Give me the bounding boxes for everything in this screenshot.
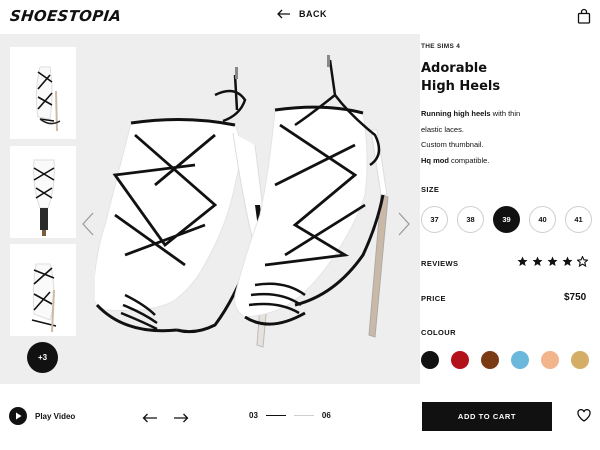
product-title: Adorable High Heels [421,60,591,96]
shopping-bag-icon [577,8,591,24]
shoe-back-thumbnail-image [10,146,76,238]
colour-swatch-peach[interactable] [541,351,559,369]
description-line: elastic laces. [421,124,464,134]
colour-swatch-brown[interactable] [481,351,499,369]
thumbnail-front[interactable] [10,47,76,139]
product-title-line2: High Heels [421,79,501,94]
thumbnail-side[interactable] [10,244,76,336]
previous-image-button[interactable] [82,212,94,241]
rating-stars[interactable] [517,256,588,267]
size-option-39[interactable]: 39 [493,206,520,233]
progress-line-inactive [293,414,314,417]
size-option-38[interactable]: 38 [457,206,484,233]
price-label: PRICE [421,294,446,303]
product-price: $750 [564,292,587,303]
colour-swatch-gold[interactable] [571,351,589,369]
next-product-button[interactable] [173,410,189,428]
previous-product-button[interactable] [142,410,158,428]
arrow-left-icon [277,9,290,19]
colour-label: COLOUR [421,328,456,337]
pagination-indicator: 03 06 [249,411,331,420]
description-line: Running high heels with thin [421,109,521,118]
progress-line-active [265,414,286,417]
star-filled-icon [532,256,543,267]
size-option-41[interactable]: 41 [565,206,592,233]
back-label: BACK [299,9,327,19]
play-icon [9,407,27,425]
star-empty-icon [577,256,588,267]
shoe-front-thumbnail-image [10,47,76,139]
more-images-badge[interactable]: +3 [27,342,58,373]
description-line: Custom thumbnail. [421,140,484,149]
page-total: 06 [321,411,331,420]
arrow-right-icon [174,413,189,423]
reviews-label: REVIEWS [421,259,459,268]
page-current: 03 [249,411,258,420]
brand-logo[interactable]: SHOESTOPIA [9,7,122,25]
size-option-37[interactable]: 37 [421,206,448,233]
shopping-bag-button[interactable] [577,8,591,29]
arrow-left-icon [142,413,157,423]
play-video-button[interactable]: Play Video [9,407,75,425]
shoe-side-thumbnail-image [10,244,76,336]
size-option-40[interactable]: 40 [529,206,556,233]
product-title-line1: Adorable [421,61,488,76]
wishlist-button[interactable] [577,408,591,427]
star-filled-icon [562,256,573,267]
colour-swatch-blue[interactable] [511,351,529,369]
add-to-cart-button[interactable]: ADD TO CART [422,402,552,431]
size-label: SIZE [421,185,440,194]
back-button[interactable]: BACK [277,9,327,19]
star-filled-icon [517,256,528,267]
chevron-right-icon [398,212,410,236]
chevron-left-icon [82,212,94,236]
colour-swatch-black[interactable] [421,351,439,369]
colour-selector [421,351,589,369]
product-category: THE SIMS 4 [421,43,461,50]
product-image [95,55,389,348]
play-video-label: Play Video [35,411,76,421]
star-filled-icon [547,256,558,267]
product-description: Running high heels with thin elastic lac… [421,106,596,168]
header: SHOESTOPIA BACK [0,0,600,34]
next-image-button[interactable] [398,212,410,241]
heart-icon [577,408,591,422]
thumbnail-back[interactable] [10,146,76,238]
size-selector: 37 38 39 40 41 [421,206,592,233]
colour-swatch-red[interactable] [451,351,469,369]
description-line: Hq mod compatible. [421,155,490,165]
